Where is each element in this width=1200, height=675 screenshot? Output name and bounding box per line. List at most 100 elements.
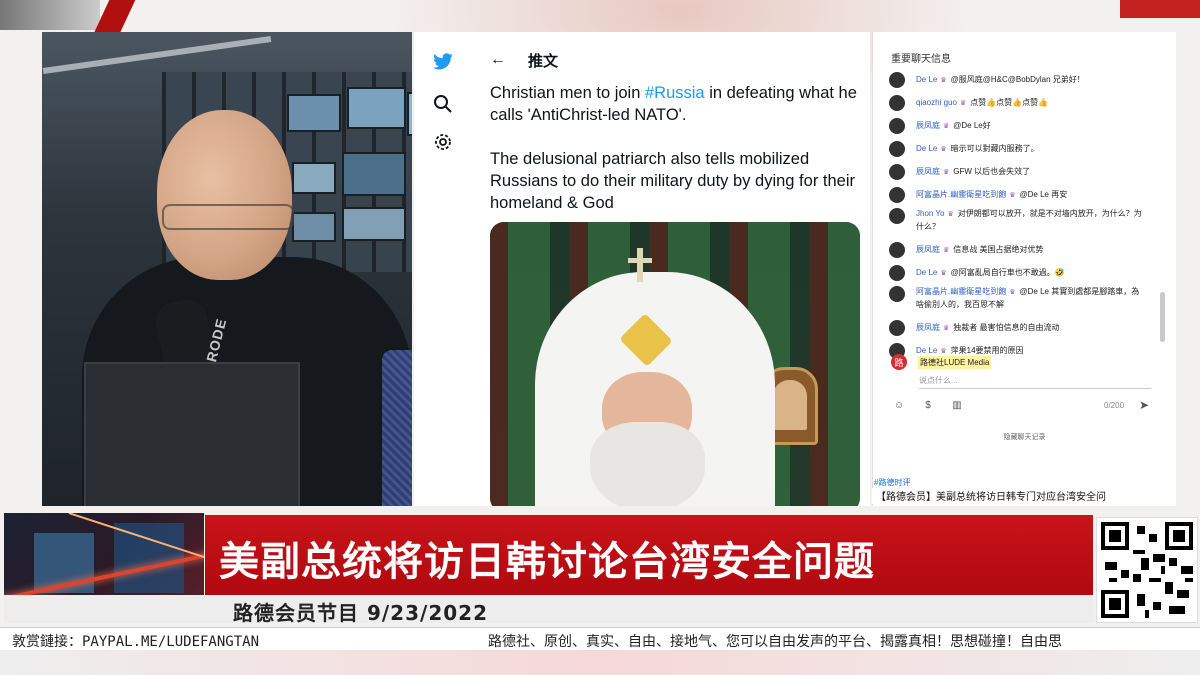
chat-input[interactable]: 说点什么... [919,375,958,386]
headline-banner: 美副总统将访日韩讨论台湾安全问题 [205,515,1093,595]
cross-icon-bar [628,258,652,263]
user-avatar [889,241,905,258]
studio-monitor [407,92,412,136]
hashtag-link[interactable]: #Russia [645,84,705,102]
tweet-paragraph: Christian men to join #Russia in defeati… [490,82,860,126]
host-head [157,110,292,280]
scrolling-ticker-text: 路德社、原创、真实、自由、接地气、您可以自由发声的平台、揭露真相！思想碰撞！自由… [488,634,1062,650]
user-avatar [889,117,905,134]
chat-message: qiaozhi guo ♛ 点赞👍点赞👍点赞👍 [889,91,1159,114]
chat-scrollbar[interactable] [1160,292,1165,342]
chat-username[interactable]: 辰凤庭 [916,167,940,176]
chat-message: De Le ♛ @服风庭@H&C@BobDylan 兄弟好！ [889,68,1159,91]
member-badge-icon: ♛ [943,169,950,176]
program-bar: 路德会员节目 9/23/2022 [205,595,1093,625]
member-badge-icon: ♛ [1009,289,1016,296]
user-avatar [889,186,905,203]
chat-message-text: 独裁者 最害怕信息的自由流动 [953,323,1060,332]
chat-message-body: 阿富晶片.幽靈衛星吃到飽 ♛ @De Le 再安 [916,189,1067,200]
member-badge-icon: ♛ [959,100,967,107]
live-chat-panel: 重要聊天信息 De Le ♛ @服风庭@H&C@BobDylan 兄弟好！ qiaoz… [872,32,1176,506]
background-red-corner [1120,0,1200,18]
twitter-panel: ← 推文 Christian men to join #Russia in de… [414,32,870,506]
background-top-shape [0,0,100,30]
user-avatar [889,208,905,224]
tweet-text: Christian men to join #Russia in defeati… [490,82,860,236]
chat-username[interactable]: 辰凤庭 [916,245,940,254]
chat-message-text: GFW 以后也会失效了 [953,167,1031,176]
gear-icon[interactable] [431,130,455,154]
chat-message-body: 辰凤庭 ♛ @De Le好 [916,120,991,131]
chat-username[interactable]: 辰凤庭 [916,323,940,332]
headline-text: 美副总统将访日韩讨论台湾安全问题 [219,539,875,585]
member-badge-icon: ♛ [940,77,947,84]
subtitle-bar-left [4,595,205,623]
studio-light [42,36,272,74]
tweet-header: ← 推文 [490,50,558,70]
dollar-icon[interactable]: $ [920,397,936,413]
bottom-ticker: 敦赏鏈接：PAYPAL.ME/LUDEFANGTAN 路德社、原创、真实、自由、… [0,627,1200,651]
chat-message: 辰凤庭 ♛ GFW 以后也会失效了 [889,160,1159,183]
donation-link[interactable]: 敦赏鏈接：PAYPAL.ME/LUDEFANGTAN [12,631,259,651]
chair [382,350,412,506]
host-avatar: 路 [891,354,907,370]
chat-message: 阿富晶片.幽靈衛星吃到飽 ♛ @De Le 再安 [889,183,1159,206]
user-avatar [889,140,905,157]
chat-message: 辰凤庭 ♛ 独裁者 最害怕信息的自由流动 [889,316,1159,339]
studio-monitor [342,152,406,196]
host-webcam-feed: RODE [42,32,412,506]
chat-message: 阿富晶片.幽靈衛星吃到飽 ♛ @De Le 其實到處都是腳踏車，為啥偷別人的，我百思… [889,284,1159,316]
twitter-nav-rail [414,32,472,506]
chat-message-text: @De Le好 [953,121,991,130]
chat-message: De Le ♛ 暗示可以對藏内服務了。 [889,137,1159,160]
chat-username[interactable]: De Le [916,144,937,153]
chat-message-body: Jhon Yo ♛ 对伊朗都可以放开，就是不对墙内放开，为什么？为什么？ [916,208,1146,233]
user-avatar [889,163,905,180]
back-arrow-icon[interactable]: ← [490,51,506,69]
chat-message-body: De Le ♛ 暗示可以對藏内服務了。 [916,143,1039,154]
chat-username[interactable]: qiaozhi guo [916,98,957,107]
chat-username[interactable]: De Le [916,268,937,277]
user-avatar [889,94,905,111]
patriarch-beard [590,422,705,506]
chat-message-text: @De Le 再安 [1019,190,1068,199]
chat-message-text: 信息战 美国占据绝对优势 [953,245,1044,254]
user-avatar [889,264,905,281]
chat-message-text: @服风庭@H&C@BobDylan 兄弟好！ [950,75,1085,84]
twitter-bird-icon[interactable] [431,50,455,74]
member-badge-icon: ♛ [943,325,950,332]
emoji-icon[interactable]: ☺ [891,397,907,413]
hide-chat-history-link[interactable]: 隐藏聊天记录 [873,432,1176,442]
chat-username[interactable]: Jhon Yo [916,209,944,218]
tweet-video[interactable] [490,222,860,506]
program-label: 路德会员节目 9/23/2022 [233,601,488,625]
chat-username[interactable]: De Le [916,75,937,84]
poll-icon[interactable]: ▥ [949,397,965,413]
tweet-text-part: Christian men to join [490,84,645,102]
chat-message-text: @阿富亂局自行車也不敢過。🤣 [950,268,1065,277]
side-news-line: 【路德会员】美副总统将访日韩专门对应台湾安全问 [872,488,1162,504]
chat-input-underline [919,388,1151,389]
studio-monitor [347,87,406,129]
chat-username[interactable]: 辰凤庭 [916,121,940,130]
chat-username[interactable]: 阿富晶片.幽靈衛星吃到飽 [916,287,1006,296]
studio-monitor [292,162,336,194]
chat-message: Jhon Yo ♛ 对伊朗都可以放开，就是不对墙内放开，为什么？为什么？ [889,206,1159,238]
qr-code [1096,517,1198,623]
chat-message-list[interactable]: De Le ♛ @服风庭@H&C@BobDylan 兄弟好！ qiaozhi guo ♛… [889,68,1159,362]
chat-message-body: De Le ♛ @阿富亂局自行車也不敢過。🤣 [916,267,1065,278]
chat-message: 辰凤庭 ♛ 信息战 美国占据绝对优势 [889,238,1159,261]
chat-message-body: 辰凤庭 ♛ 独裁者 最害怕信息的自由流动 [916,322,1060,333]
chat-message-text: 暗示可以對藏内服務了。 [950,144,1039,153]
member-badge-icon: ♛ [940,270,947,277]
user-avatar [889,71,905,88]
side-news-tag[interactable]: #路德时评 [874,477,910,488]
send-icon[interactable]: ➤ [1139,398,1149,412]
chat-username[interactable]: 阿富晶片.幽靈衛星吃到飽 [916,190,1006,199]
chat-message: 辰凤庭 ♛ @De Le好 [889,114,1159,137]
tweet-paragraph: The delusional patriarch also tells mobi… [490,150,855,212]
chat-message-body: qiaozhi guo ♛ 点赞👍点赞👍点赞👍 [916,97,1048,108]
user-avatar [889,286,905,302]
host-glasses [162,204,294,230]
search-icon[interactable] [431,92,455,116]
